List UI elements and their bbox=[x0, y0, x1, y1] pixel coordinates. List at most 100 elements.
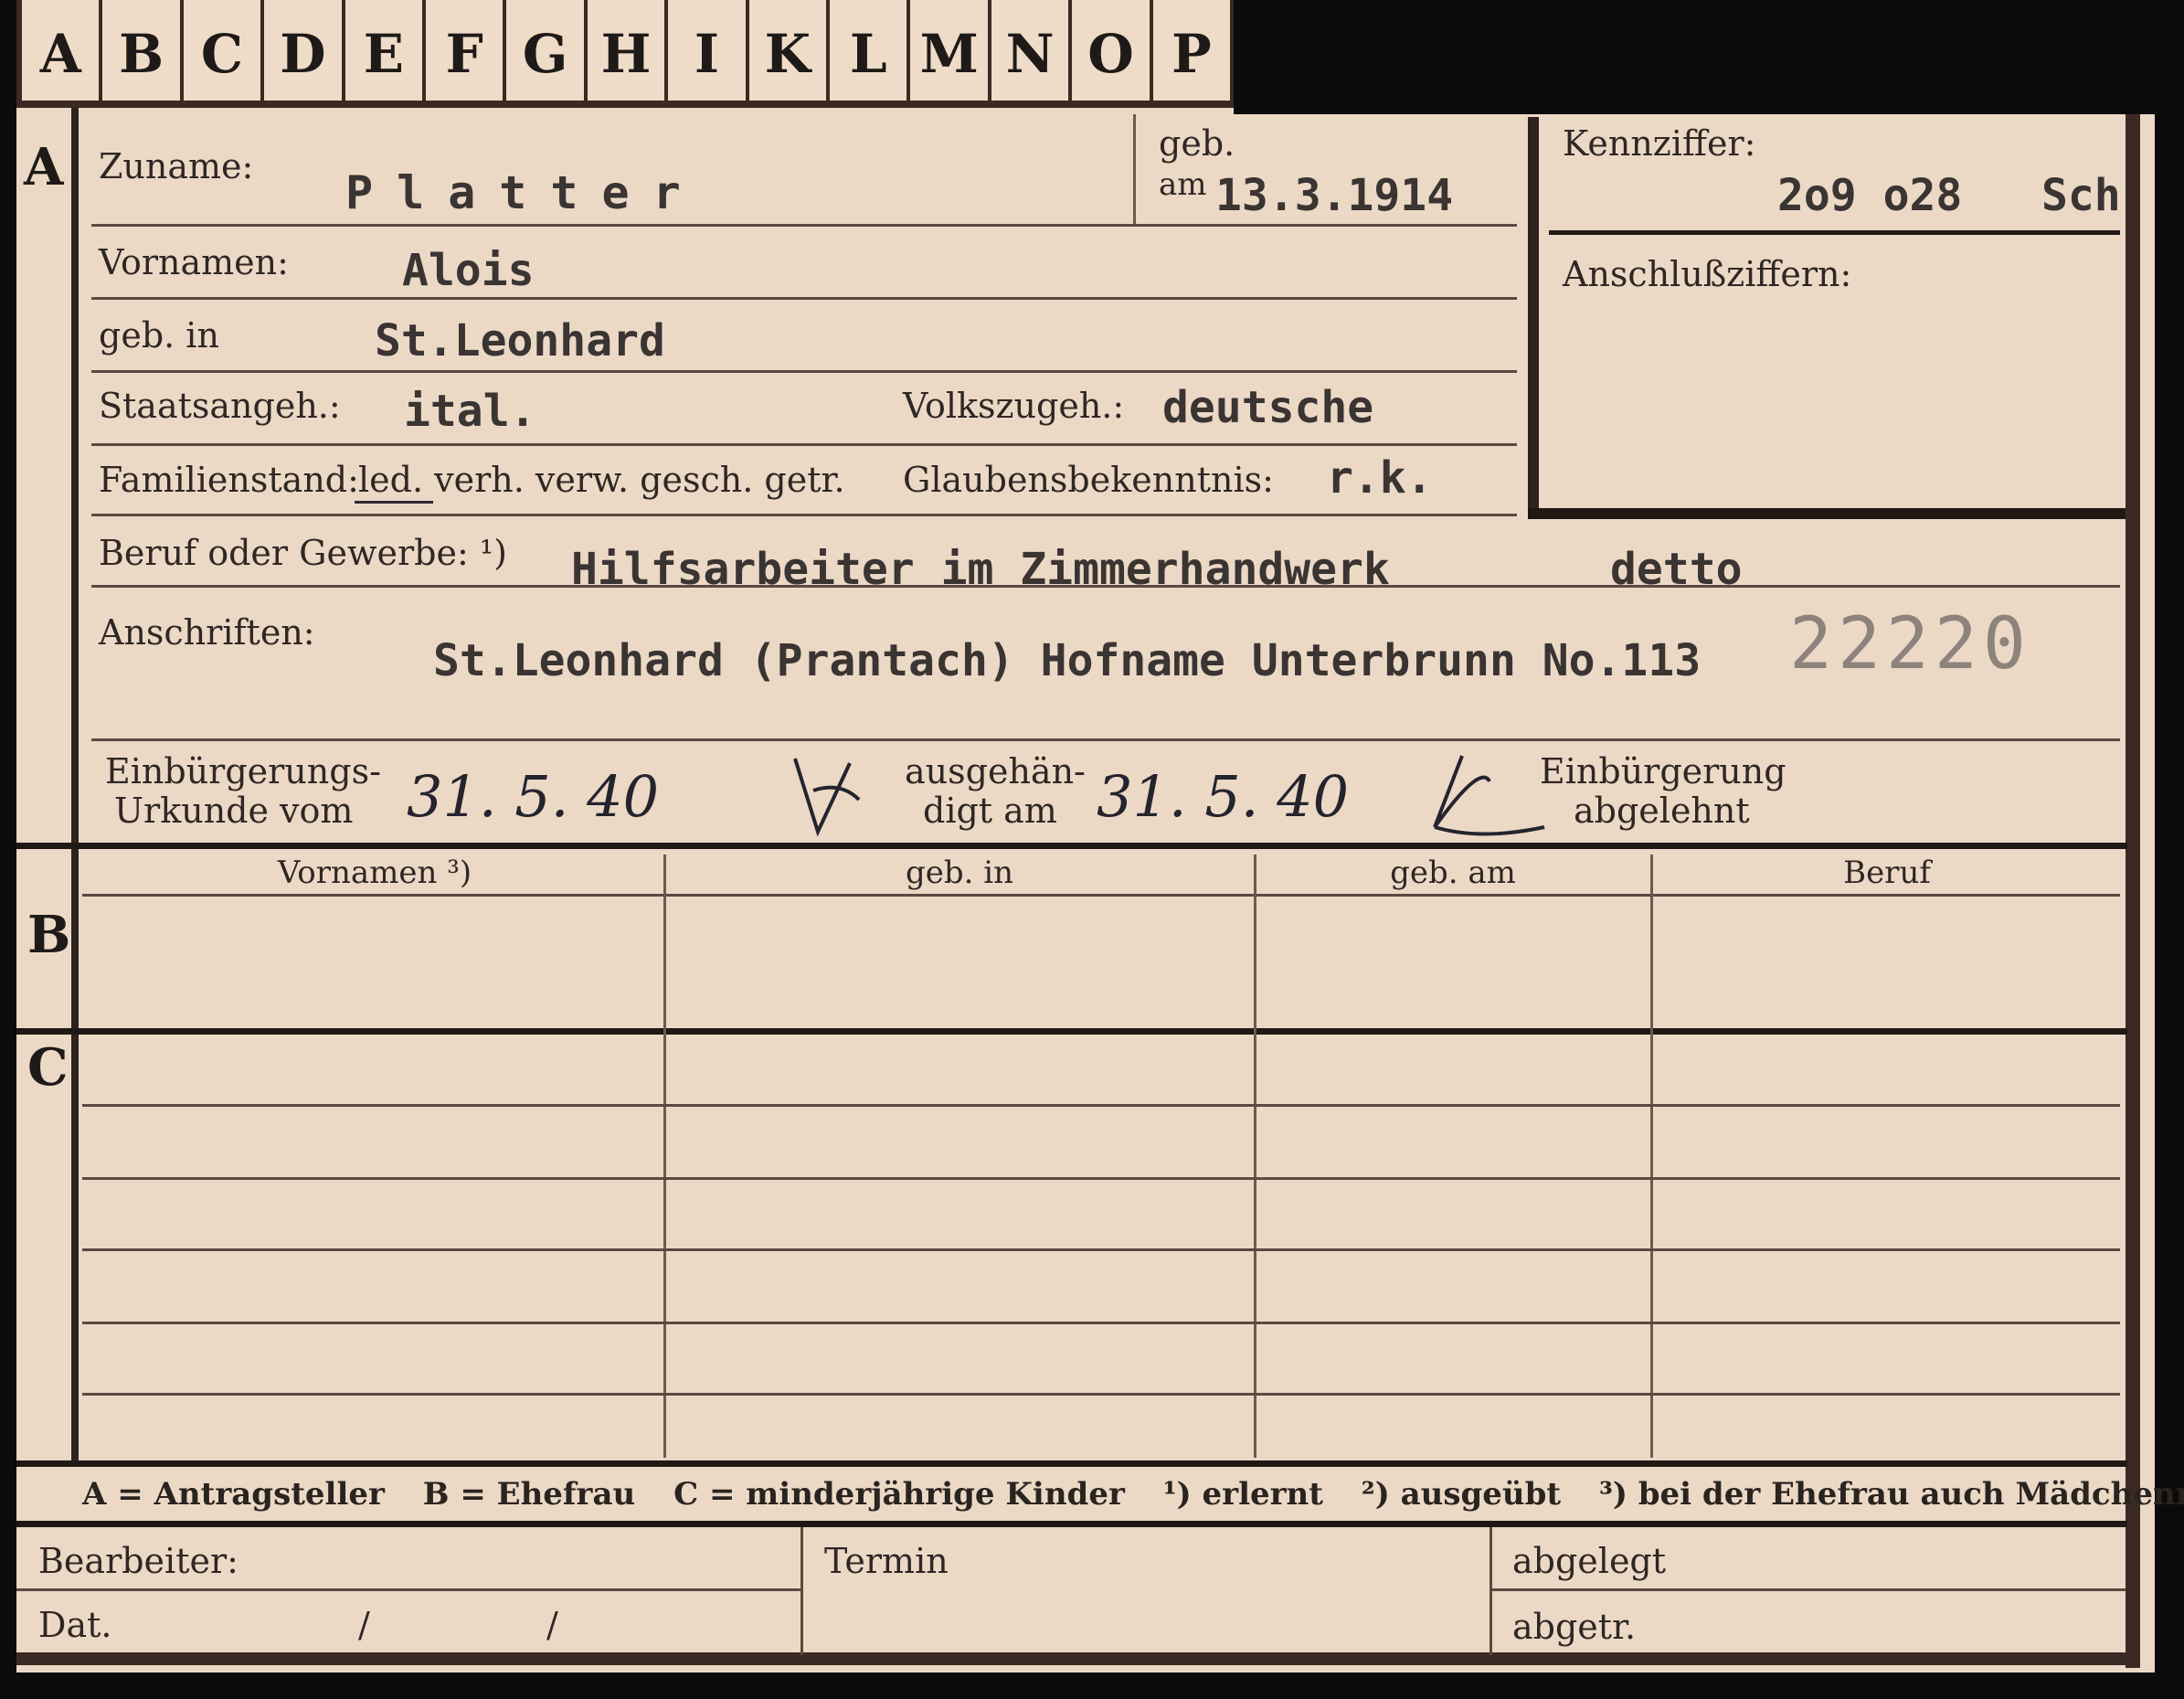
header-beruf: Beruf bbox=[1843, 855, 1931, 891]
familienstand-underline bbox=[355, 501, 433, 504]
tab-i[interactable]: I bbox=[668, 0, 749, 108]
signature-mark-2 bbox=[1433, 755, 1545, 836]
legend-maedchenname: ³) bei der Ehefrau auch Mädchenname bbox=[1598, 1476, 2184, 1513]
einbuergerung-label-1: Einbürgerungs- bbox=[105, 751, 381, 791]
geb-am-value: 13.3.1914 bbox=[1215, 170, 1454, 221]
footer-rule-right bbox=[1491, 1588, 2126, 1591]
vornamen-value: Alois bbox=[402, 245, 535, 296]
tab-c[interactable]: C bbox=[183, 0, 265, 108]
bearbeiter-label: Bearbeiter: bbox=[38, 1541, 239, 1581]
geb-in-value: St.Leonhard bbox=[375, 315, 665, 366]
table-row bbox=[82, 1177, 2120, 1180]
anschriften-label: Anschriften: bbox=[99, 612, 315, 653]
signature-mark-1 bbox=[793, 758, 861, 837]
familienstand-label: Familienstand: bbox=[99, 460, 359, 500]
zuname-value: Platter bbox=[345, 166, 705, 219]
legend-a: A = Antragsteller bbox=[82, 1476, 385, 1513]
tab-m[interactable]: M bbox=[910, 0, 991, 108]
legend-c: C = minderjährige Kinder bbox=[673, 1476, 1125, 1513]
table-row bbox=[82, 1322, 2120, 1324]
header-geb-am: geb. am bbox=[1390, 855, 1516, 891]
row-letter-b: B bbox=[27, 905, 71, 965]
legend-b: B = Ehefrau bbox=[422, 1476, 636, 1513]
glaubens-label: Glaubensbekenntnis: bbox=[903, 460, 1274, 500]
tab-d[interactable]: D bbox=[264, 0, 345, 108]
tab-h[interactable]: H bbox=[587, 0, 669, 108]
table-row bbox=[82, 1248, 2120, 1251]
legend: A = Antragsteller B = Ehefrau C = minder… bbox=[82, 1476, 2184, 1513]
tab-k[interactable]: K bbox=[748, 0, 831, 108]
vornamen-label: Vornamen: bbox=[99, 242, 289, 282]
familienstand-options: led. verh. verw. gesch. getr. bbox=[358, 460, 845, 500]
einbuergerung-label-2: Urkunde vom bbox=[114, 791, 354, 831]
row-letter-c: C bbox=[27, 1037, 69, 1098]
dat-slash-2: / bbox=[546, 1605, 558, 1645]
card-edge-right bbox=[2126, 114, 2140, 1668]
legend-erlernt: ¹) erlernt bbox=[1162, 1476, 1323, 1513]
tab-f[interactable]: F bbox=[426, 0, 507, 108]
einbuergerung-value: 31. 5. 40 bbox=[407, 763, 660, 830]
background-area bbox=[1234, 0, 2184, 114]
tab-b[interactable]: B bbox=[102, 0, 184, 108]
col-rule-1 bbox=[663, 855, 666, 1458]
table-row bbox=[82, 1393, 2120, 1396]
header-geb-in: geb. in bbox=[905, 855, 1014, 891]
dat-slash-1: / bbox=[358, 1605, 370, 1645]
tab-a[interactable]: A bbox=[16, 0, 103, 108]
divider-b-c bbox=[16, 1028, 2127, 1035]
dat-label: Dat. bbox=[38, 1605, 112, 1645]
tab-l[interactable]: L bbox=[830, 0, 911, 108]
volkszugeh-value: deutsche bbox=[1162, 382, 1374, 433]
legend-ausgeuebt: ²) ausgeübt bbox=[1361, 1476, 1562, 1513]
rule-familienstand bbox=[91, 514, 1517, 516]
rule-zuname bbox=[91, 224, 1517, 227]
abgetr-label: abgetr. bbox=[1512, 1607, 1637, 1647]
alphabet-tabs: A B C D E F G H I K L M N O P bbox=[16, 0, 1235, 108]
abgelegt-label: abgelegt bbox=[1512, 1541, 1667, 1581]
tab-n[interactable]: N bbox=[991, 0, 1073, 108]
kennziffer-rule bbox=[1549, 230, 2120, 235]
kennziffer-box-bottom bbox=[1528, 508, 2126, 519]
rule-staatsangeh bbox=[91, 443, 1517, 446]
divider-a-b bbox=[16, 843, 2127, 849]
tab-p[interactable]: P bbox=[1152, 0, 1235, 108]
rule-geb-divider bbox=[1133, 114, 1136, 224]
footer-col-rule-2 bbox=[1490, 1527, 1492, 1655]
rule-vornamen bbox=[91, 297, 1517, 300]
rule-anschriften bbox=[91, 738, 2120, 741]
signature-marks bbox=[793, 755, 1545, 837]
staatsangeh-value: ital. bbox=[404, 386, 536, 437]
rule-header bbox=[82, 894, 2120, 897]
kennziffer-box-left bbox=[1528, 117, 1539, 519]
col-rule-2 bbox=[1254, 855, 1256, 1458]
row-letter-a: A bbox=[24, 137, 64, 197]
geb-in-label: geb. in bbox=[99, 315, 219, 356]
tabs-divider bbox=[16, 101, 1234, 108]
card-edge-bottom bbox=[16, 1652, 2140, 1665]
termin-label: Termin bbox=[824, 1541, 949, 1581]
divider-legend-bottom bbox=[16, 1521, 2127, 1527]
table-row bbox=[82, 1104, 2120, 1107]
tab-e[interactable]: E bbox=[345, 0, 427, 108]
zuname-label: Zuname: bbox=[99, 146, 254, 186]
rule-geb-in bbox=[91, 370, 1517, 373]
staatsangeh-label: Staatsangeh.: bbox=[99, 386, 341, 426]
kennziffer-label: Kennziffer: bbox=[1563, 123, 1756, 164]
anschriften-value: St.Leonhard (Prantach) Hofname Unterbrun… bbox=[433, 635, 1702, 686]
am-label: am bbox=[1159, 166, 1207, 203]
geb-label: geb. bbox=[1159, 123, 1235, 164]
divider-legend-top bbox=[16, 1460, 2127, 1467]
stamp-number: 22220 bbox=[1789, 603, 2031, 685]
col-rule-3 bbox=[1650, 855, 1653, 1458]
tab-o[interactable]: O bbox=[1072, 0, 1153, 108]
footer-col-rule-1 bbox=[800, 1527, 803, 1655]
kennziffer-value: 2o9 o28 Sch bbox=[1777, 170, 2121, 221]
header-vornamen: Vornamen ³) bbox=[277, 855, 472, 891]
beruf-value: Hilfsarbeiter im Zimmerhandwerk bbox=[571, 544, 1390, 595]
glaubens-value: r.k. bbox=[1327, 452, 1433, 504]
footer-rule-left bbox=[16, 1588, 800, 1591]
anschluss-label: Anschlußziffern: bbox=[1563, 254, 1852, 294]
beruf-label: Beruf oder Gewerbe: ¹) bbox=[99, 533, 507, 573]
volkszugeh-label: Volkszugeh.: bbox=[903, 386, 1125, 426]
tab-g[interactable]: G bbox=[506, 0, 588, 108]
